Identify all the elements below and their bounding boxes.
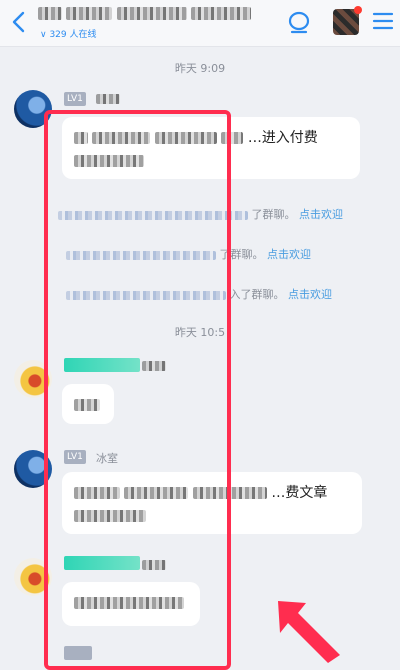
chat-header: ∨ 329 人在线	[0, 0, 400, 47]
menu-icon[interactable]	[372, 11, 394, 31]
back-icon[interactable]	[8, 10, 30, 34]
level-badge: LV1	[64, 92, 86, 106]
group-title[interactable]	[38, 5, 252, 21]
group-avatar[interactable]	[333, 6, 362, 35]
sender-name	[96, 94, 120, 104]
time-divider: 昨天 9:09	[174, 62, 226, 75]
highlight-box	[44, 110, 231, 670]
welcome-link[interactable]: 点击欢迎	[267, 248, 311, 261]
chat-bubble-icon[interactable]	[286, 9, 312, 35]
online-count: ∨ 329 人在线	[40, 30, 97, 40]
message-text: …费文章	[271, 485, 328, 501]
notification-dot	[354, 6, 362, 14]
welcome-link[interactable]: 点击欢迎	[299, 208, 343, 221]
message-text: …进入付费	[247, 130, 318, 146]
welcome-link[interactable]: 点击欢迎	[288, 288, 332, 301]
